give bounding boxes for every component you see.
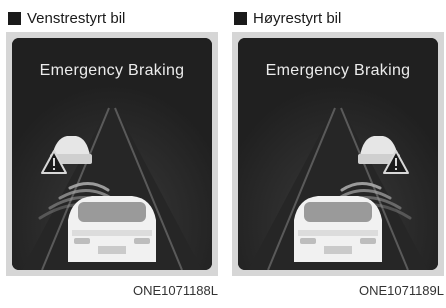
cluster-display: Emergency Braking xyxy=(238,38,438,270)
screen-title: Emergency Braking xyxy=(39,62,185,79)
panel-heading: Venstrestyrt bil xyxy=(8,8,125,28)
figure-code: ONE1071188L xyxy=(132,283,218,298)
heading-label: Høyrestyrt bil xyxy=(253,9,342,27)
figure-code: ONE1071189L xyxy=(358,283,444,298)
screen-frame: Emergency Braking xyxy=(232,32,444,276)
left-panel: Venstrestyrt bil Emergency Braking ONE10… xyxy=(6,0,218,308)
bullet-square-icon xyxy=(234,11,247,25)
right-panel: Høyrestyrt bil Emergency Braking ONE1071… xyxy=(232,0,444,308)
screen-title: Emergency Braking xyxy=(265,62,411,79)
cluster-display: Emergency Braking xyxy=(12,38,212,270)
car-icon xyxy=(68,196,156,262)
heading-label: Venstrestyrt bil xyxy=(27,9,126,27)
car-icon xyxy=(294,196,382,262)
panel-heading: Høyrestyrt bil xyxy=(234,8,341,28)
screen-frame: Emergency Braking xyxy=(6,32,218,276)
bullet-square-icon xyxy=(8,11,21,25)
